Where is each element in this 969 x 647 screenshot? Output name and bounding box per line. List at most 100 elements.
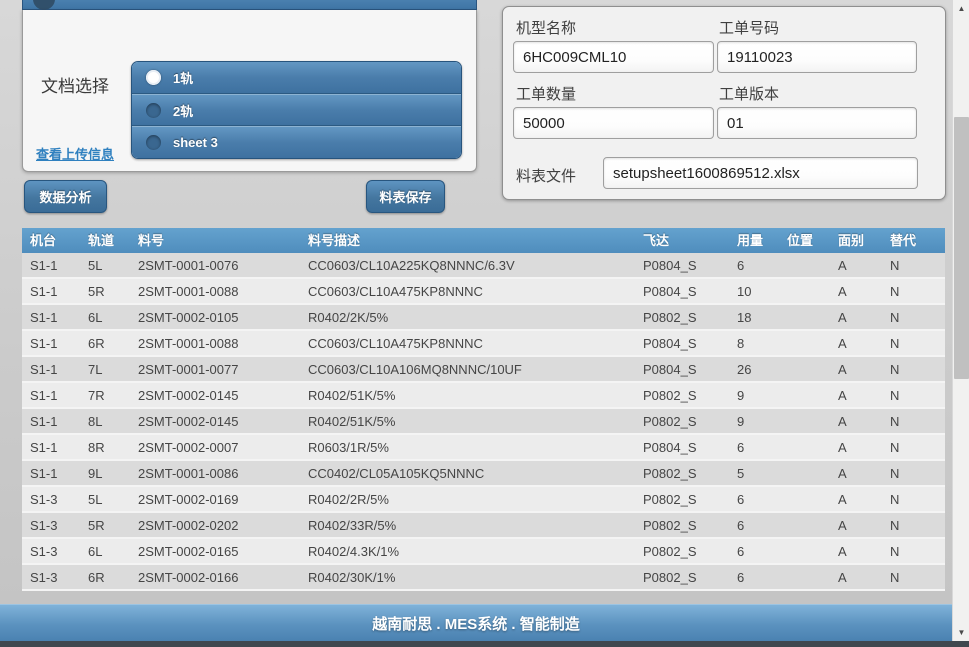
work-order-qty-input[interactable] (513, 107, 714, 139)
table-cell: 2SMT-0001-0076 (130, 253, 300, 277)
table-cell: P0804_S (635, 331, 729, 355)
work-order-qty-label: 工单数量 (516, 83, 576, 104)
table-row[interactable]: S1-36L2SMT-0002-0165R0402/4.3K/1%P0802_S… (22, 539, 945, 565)
table-header-cell: 机台 (22, 228, 80, 253)
table-cell: S1-1 (22, 331, 80, 355)
table-cell: N (882, 357, 945, 381)
table-row[interactable]: S1-15R2SMT-0001-0088CC0603/CL10A475KP8NN… (22, 279, 945, 305)
table-cell: 6 (729, 487, 779, 511)
table-cell: S1-1 (22, 383, 80, 407)
table-cell: 9 (729, 383, 779, 407)
table-cell: A (830, 331, 882, 355)
table-cell (779, 513, 830, 537)
material-file-input[interactable] (603, 157, 918, 189)
radio-option-track1[interactable]: 1轨 (132, 62, 461, 94)
table-cell: A (830, 461, 882, 485)
work-order-form-panel: 机型名称 工单号码 工单数量 工单版本 料表文件 (502, 6, 946, 200)
sheet-radio-group: 1轨 2轨 sheet 3 (131, 61, 462, 159)
table-header-cell: 替代 (882, 228, 945, 253)
table-cell: R0402/2K/5% (300, 305, 635, 329)
table-row[interactable]: S1-18R2SMT-0002-0007R0603/1R/5%P0804_S6A… (22, 435, 945, 461)
table-cell: 2SMT-0002-0007 (130, 435, 300, 459)
table-cell: N (882, 513, 945, 537)
model-name-input[interactable] (513, 41, 714, 73)
table-cell: A (830, 279, 882, 303)
table-cell: 26 (729, 357, 779, 381)
work-order-number-input[interactable] (717, 41, 917, 73)
table-cell: 2SMT-0001-0086 (130, 461, 300, 485)
table-cell: N (882, 305, 945, 329)
table-cell: N (882, 409, 945, 433)
table-cell (779, 461, 830, 485)
document-select-dialog: 文档选择 1轨 2轨 sheet 3 查看上传信息 (22, 0, 477, 172)
table-cell (779, 435, 830, 459)
table-row[interactable]: S1-15L2SMT-0001-0076CC0603/CL10A225KQ8NN… (22, 253, 945, 279)
table-cell: S1-1 (22, 409, 80, 433)
dialog-body: 文档选择 1轨 2轨 sheet 3 查看上传信息 (22, 10, 477, 172)
table-cell (779, 409, 830, 433)
table-cell: A (830, 383, 882, 407)
table-cell: 6R (80, 565, 130, 589)
radio-dot-icon (146, 135, 161, 150)
dialog-header (22, 0, 477, 10)
table-cell: 6 (729, 253, 779, 277)
table-cell: P0802_S (635, 565, 729, 589)
table-cell: N (882, 487, 945, 511)
table-cell: P0802_S (635, 487, 729, 511)
table-cell: 5 (729, 461, 779, 485)
table-cell: P0802_S (635, 461, 729, 485)
table-row[interactable]: S1-16R2SMT-0001-0088CC0603/CL10A475KP8NN… (22, 331, 945, 357)
table-cell: A (830, 539, 882, 563)
table-cell: S1-1 (22, 461, 80, 485)
table-cell: P0802_S (635, 513, 729, 537)
table-cell: N (882, 253, 945, 277)
table-cell: 2SMT-0001-0077 (130, 357, 300, 381)
table-header-cell: 飞达 (635, 228, 729, 253)
table-row[interactable]: S1-36R2SMT-0002-0166R0402/30K/1%P0802_S6… (22, 565, 945, 591)
table-cell: P0802_S (635, 383, 729, 407)
table-row[interactable]: S1-19L2SMT-0001-0086CC0402/CL05A105KQ5NN… (22, 461, 945, 487)
table-cell: 9 (729, 409, 779, 433)
save-material-table-button[interactable]: 料表保存 (366, 180, 445, 213)
table-cell: 2SMT-0002-0145 (130, 409, 300, 433)
work-order-version-input[interactable] (717, 107, 917, 139)
table-cell: A (830, 435, 882, 459)
table-row[interactable]: S1-17R2SMT-0002-0145R0402/51K/5%P0802_S9… (22, 383, 945, 409)
table-cell: A (830, 253, 882, 277)
vertical-scrollbar[interactable]: ▲ ▼ (952, 0, 969, 641)
radio-option-label: 1轨 (173, 68, 193, 87)
table-cell: 6L (80, 539, 130, 563)
scroll-up-icon[interactable]: ▲ (953, 0, 969, 17)
radio-option-label: 2轨 (173, 101, 193, 120)
table-row[interactable]: S1-35L2SMT-0002-0169R0402/2R/5%P0802_S6A… (22, 487, 945, 513)
table-header-cell: 面别 (830, 228, 882, 253)
table-cell: R0402/33R/5% (300, 513, 635, 537)
table-cell: A (830, 305, 882, 329)
table-row[interactable]: S1-16L2SMT-0002-0105R0402/2K/5%P0802_S18… (22, 305, 945, 331)
scroll-down-icon[interactable]: ▼ (953, 624, 969, 641)
work-order-number-label: 工单号码 (719, 17, 779, 38)
table-cell: 2SMT-0001-0088 (130, 331, 300, 355)
table-cell: P0802_S (635, 409, 729, 433)
scrollbar-thumb[interactable] (954, 117, 969, 379)
table-header-cell: 位置 (779, 228, 830, 253)
table-row[interactable]: S1-35R2SMT-0002-0202R0402/33R/5%P0802_S6… (22, 513, 945, 539)
table-cell: CC0603/CL10A106MQ8NNNC/10UF (300, 357, 635, 381)
radio-option-track2[interactable]: 2轨 (132, 94, 461, 126)
table-cell: 6 (729, 435, 779, 459)
table-row[interactable]: S1-18L2SMT-0002-0145R0402/51K/5%P0802_S9… (22, 409, 945, 435)
data-analysis-button[interactable]: 数据分析 (24, 180, 107, 213)
view-upload-info-link[interactable]: 查看上传信息 (36, 144, 114, 163)
radio-option-sheet3[interactable]: sheet 3 (132, 126, 461, 158)
table-cell: 2SMT-0002-0165 (130, 539, 300, 563)
table-cell: N (882, 331, 945, 355)
table-cell: P0804_S (635, 435, 729, 459)
table-cell (779, 565, 830, 589)
radio-dot-icon (146, 70, 161, 85)
table-cell (779, 383, 830, 407)
table-cell: R0603/1R/5% (300, 435, 635, 459)
table-cell: P0804_S (635, 279, 729, 303)
table-cell: N (882, 435, 945, 459)
table-row[interactable]: S1-17L2SMT-0001-0077CC0603/CL10A106MQ8NN… (22, 357, 945, 383)
table-cell: N (882, 539, 945, 563)
